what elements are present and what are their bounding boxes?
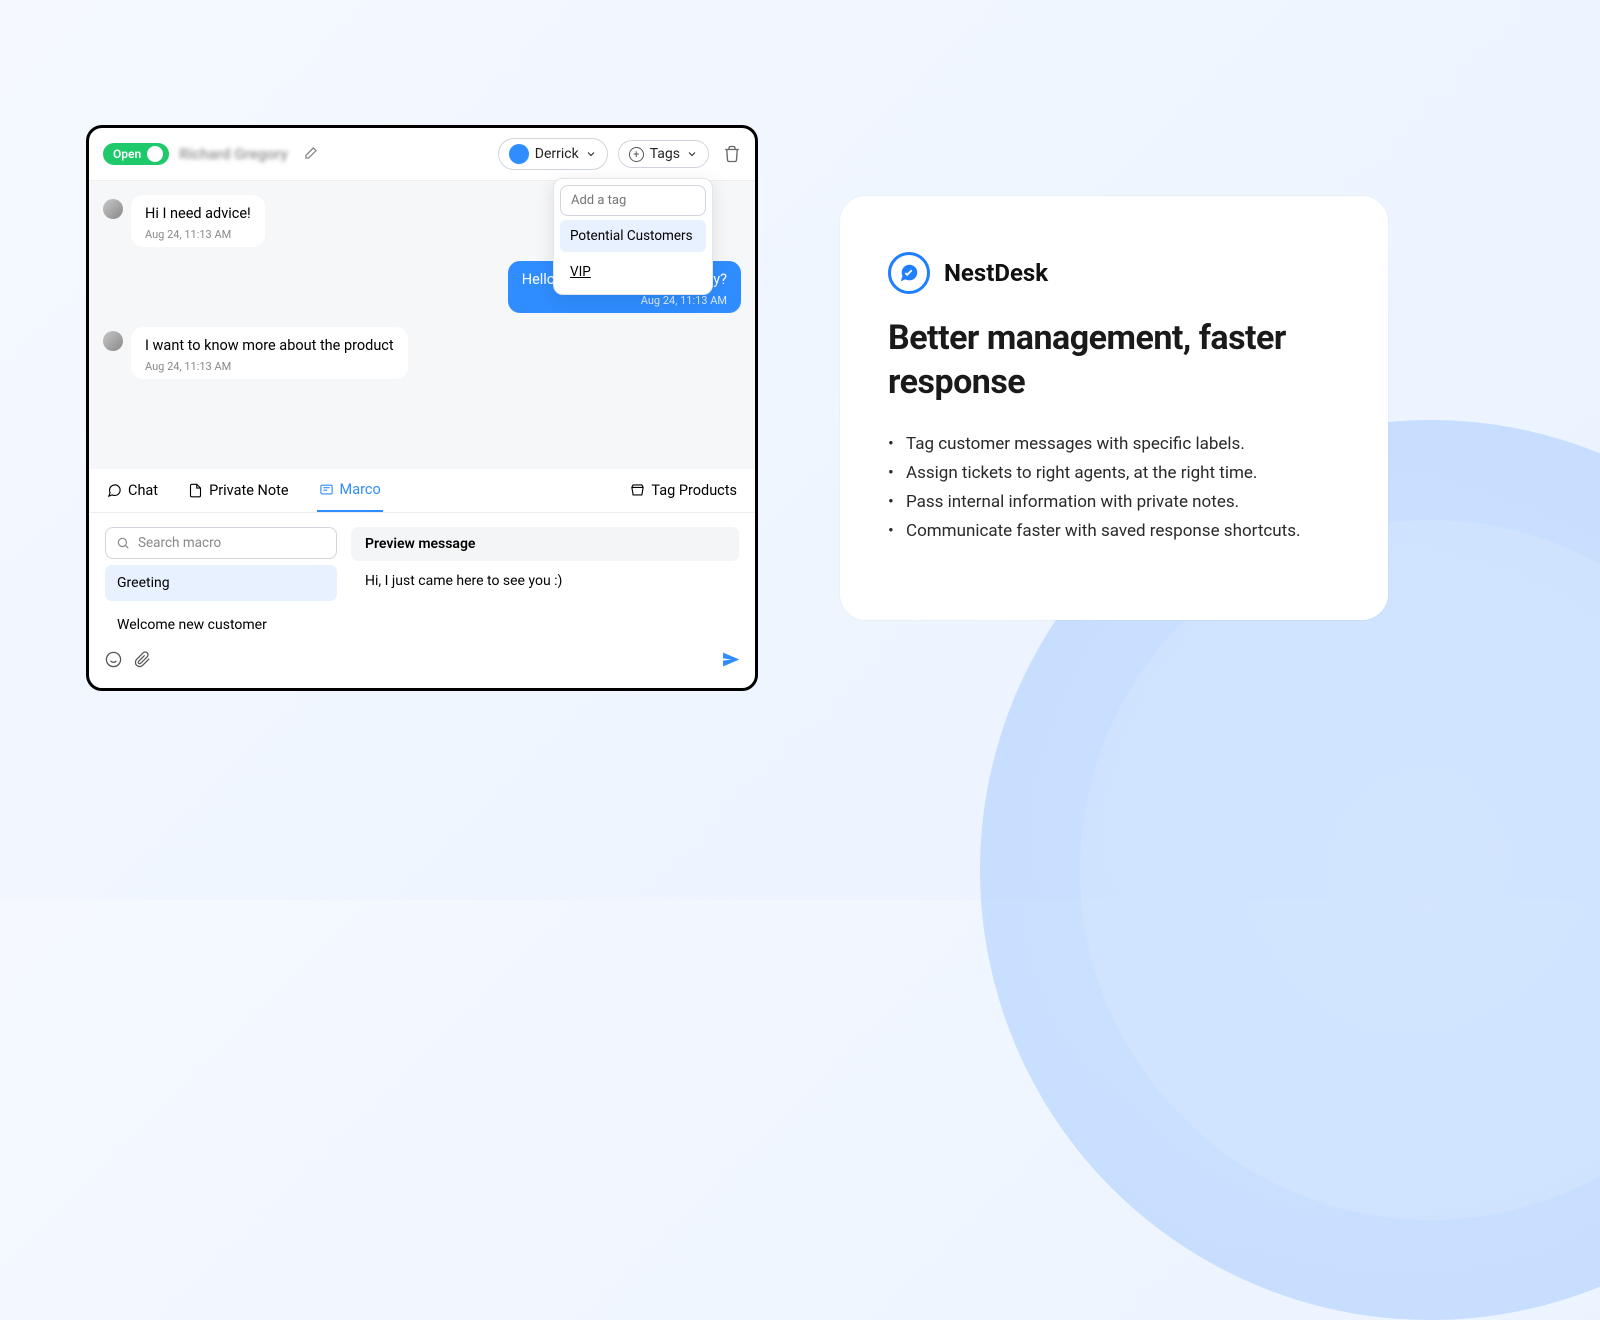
tag-products-icon [630,483,645,498]
brand-logo: NestDesk [888,252,1340,294]
tag-option[interactable]: Potential Customers [560,220,706,252]
emoji-icon[interactable] [105,651,122,668]
compose-tabs: Chat Private Note Marco Tag Products [89,469,755,513]
macro-icon [319,482,334,497]
tags-dropdown[interactable]: + Tags [618,140,709,168]
chevron-down-icon [686,148,698,160]
tag-option[interactable]: VIP [560,256,706,288]
assignee-avatar [509,144,529,164]
avatar [103,199,123,219]
tag-search-input[interactable] [560,185,706,216]
logo-icon [888,252,930,294]
chat-window: Open Richard Gregory Derrick + Tags Pote… [86,125,758,691]
message-bubble: Hi I need advice! Aug 24, 11:13 AM [131,195,265,247]
tab-tag-products[interactable]: Tag Products [628,470,739,511]
feature-card: NestDesk Better management, faster respo… [840,196,1388,620]
attachment-icon[interactable] [134,651,151,668]
card-headline: Better management, faster response [888,316,1340,404]
macro-search[interactable]: Search macro [105,527,337,559]
macro-item[interactable]: Greeting [105,565,337,601]
tag-dropdown-panel: Potential Customers VIP [553,178,713,295]
message-time: Aug 24, 11:13 AM [522,294,727,307]
tab-private-note[interactable]: Private Note [186,470,290,511]
note-icon [188,483,203,498]
message-time: Aug 24, 11:13 AM [145,360,394,373]
avatar [103,331,123,351]
macro-item[interactable]: Welcome new customer [105,607,337,643]
macro-panel: Search macro Greeting Welcome new custom… [89,513,755,643]
assignee-dropdown[interactable]: Derrick [498,138,608,170]
feature-bullets: Tag customer messages with specific labe… [888,430,1340,546]
send-icon[interactable] [722,651,739,668]
chevron-down-icon [585,148,597,160]
bullet-item: Assign tickets to right agents, at the r… [888,459,1340,488]
chat-header: Open Richard Gregory Derrick + Tags [89,128,755,181]
tab-label: Chat [128,482,158,499]
message-text: Hi I need advice! [145,205,251,222]
bullet-item: Pass internal information with private n… [888,488,1340,517]
message-time: Aug 24, 11:13 AM [145,228,251,241]
tab-chat[interactable]: Chat [105,470,160,511]
macro-preview-column: Preview message Hi, I just came here to … [351,527,739,643]
compose-toolbar [89,643,755,680]
tab-macro[interactable]: Marco [317,469,383,512]
search-icon [116,536,130,550]
message-row: I want to know more about the product Au… [103,327,741,379]
message-bubble: I want to know more about the product Au… [131,327,408,379]
tab-label: Marco [340,481,381,498]
tags-label: Tags [650,146,680,162]
plus-circle-icon: + [629,147,644,162]
preview-body: Hi, I just came here to see you :) [351,561,739,601]
tab-label: Private Note [209,482,288,499]
bullet-item: Communicate faster with saved response s… [888,517,1340,546]
macro-list-column: Search macro Greeting Welcome new custom… [105,527,337,643]
chat-bubble-icon [107,483,122,498]
trash-icon[interactable] [723,145,741,163]
edit-icon[interactable] [302,146,318,162]
message-text: I want to know more about the product [145,337,394,354]
status-toggle[interactable]: Open [103,143,169,165]
assignee-name: Derrick [535,146,579,162]
status-label: Open [113,147,141,161]
tab-label: Tag Products [651,482,737,499]
toggle-knob [147,146,163,162]
brand-name: NestDesk [944,259,1048,287]
customer-name: Richard Gregory [179,145,288,163]
preview-header: Preview message [351,527,739,561]
macro-search-placeholder: Search macro [138,535,221,551]
bullet-item: Tag customer messages with specific labe… [888,430,1340,459]
